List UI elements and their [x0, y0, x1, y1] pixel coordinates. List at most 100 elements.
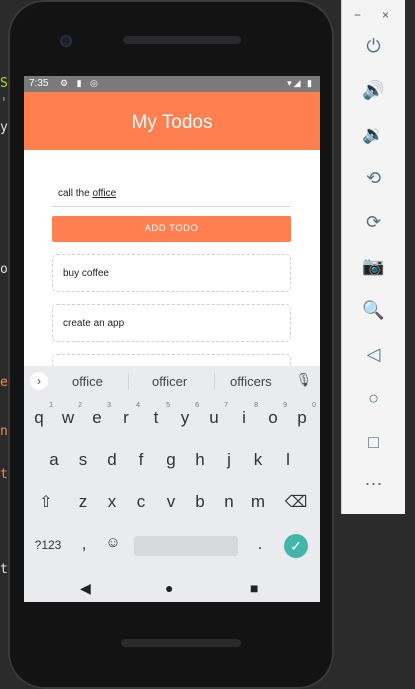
home-icon[interactable]: ○ [342, 388, 405, 409]
key-label: t [153, 408, 159, 427]
rotate-right-icon[interactable]: ⟳ [342, 212, 405, 233]
code-fragment: t [0, 467, 8, 482]
backspace-icon[interactable]: ⌫ [282, 492, 310, 512]
suggestion-divider [214, 373, 215, 389]
home-icon[interactable]: ● [165, 580, 173, 596]
status-signal-battery-icons: ▾◢ ▮ [287, 78, 314, 88]
zoom-icon[interactable]: 🔍 [342, 300, 405, 321]
volume-down-icon[interactable]: 🔉 [342, 124, 405, 145]
key-p[interactable]: p0 [288, 402, 316, 428]
key-hint: 6 [195, 402, 199, 409]
key-a[interactable]: a [40, 450, 68, 470]
emoji-icon[interactable]: ☺ [99, 534, 127, 551]
code-fragment: ' [0, 96, 8, 111]
app-bar: My Todos [24, 92, 320, 150]
enter-check-icon[interactable]: ✓ [284, 534, 308, 558]
key-label: u [209, 408, 219, 427]
key-g[interactable]: g [157, 450, 185, 470]
todo-item-text: buy coffee [63, 268, 109, 279]
key-j[interactable]: j [215, 450, 243, 470]
key-b[interactable]: b [186, 492, 214, 512]
key-t[interactable]: t5 [142, 402, 170, 428]
add-todo-button[interactable]: ADD TODO [52, 216, 291, 242]
key-y[interactable]: y6 [171, 402, 199, 428]
suggestion-divider [128, 373, 129, 389]
key-e[interactable]: e3 [83, 402, 111, 428]
earpiece-speaker [123, 36, 241, 44]
bottom-speaker [121, 639, 241, 647]
todo-input-composing-text: office [92, 188, 117, 199]
key-label: e [92, 408, 102, 427]
back-icon[interactable]: ◀ [80, 580, 91, 597]
key-hint: 3 [107, 402, 111, 409]
symbols-key[interactable]: ?123 [30, 538, 66, 552]
period-key[interactable]: . [246, 534, 274, 554]
minimize-icon[interactable]: − [354, 8, 361, 22]
more-icon[interactable]: ⋯ [342, 474, 405, 495]
volume-up-icon[interactable]: 🔊 [342, 80, 405, 101]
app-title: My Todos [131, 112, 213, 133]
status-notification-icons: ⚙ ▮ ◎ [60, 78, 101, 88]
soft-keyboard: › office officer officers 🎙 q1 w2 e3 r4 … [24, 366, 320, 578]
todo-list-screen: call the office ADD TODO buy coffee crea… [24, 150, 320, 392]
suggestion-strip: › office officer officers 🎙 [24, 366, 320, 398]
overview-icon[interactable]: □ [342, 432, 405, 453]
key-h[interactable]: h [186, 450, 214, 470]
key-q[interactable]: q1 [25, 402, 53, 428]
key-i[interactable]: i8 [230, 402, 258, 428]
space-bar[interactable] [134, 536, 238, 556]
microphone-icon[interactable]: 🎙 [295, 372, 312, 388]
todo-item[interactable]: buy coffee [52, 254, 291, 292]
back-icon[interactable]: ◁ [342, 344, 405, 365]
key-v[interactable]: v [157, 492, 185, 512]
expand-suggestions-icon[interactable]: › [30, 372, 48, 390]
key-c[interactable]: c [127, 492, 155, 512]
key-hint: 1 [49, 402, 53, 409]
key-label: w [61, 408, 75, 427]
key-hint: 0 [312, 402, 316, 409]
code-fragment: n [0, 424, 8, 439]
code-fragment: e [0, 375, 8, 390]
key-hint: 5 [166, 402, 170, 409]
power-icon[interactable]: ⏻ [342, 36, 405, 57]
key-l[interactable]: l [274, 450, 302, 470]
key-label: i [242, 408, 246, 427]
key-label: q [34, 408, 44, 427]
key-k[interactable]: k [244, 450, 272, 470]
key-f[interactable]: f [127, 450, 155, 470]
key-w[interactable]: w2 [54, 402, 82, 428]
key-label: o [268, 408, 278, 427]
camera-icon[interactable]: 📷 [342, 256, 405, 277]
key-label: p [297, 408, 307, 427]
todo-item[interactable]: create an app [52, 304, 291, 342]
comma-key[interactable]: , [70, 534, 98, 554]
key-o[interactable]: o9 [259, 402, 287, 428]
key-d[interactable]: d [98, 450, 126, 470]
suggestion-word[interactable]: officers [230, 374, 272, 389]
key-s[interactable]: s [69, 450, 97, 470]
suggestion-word[interactable]: officer [152, 374, 187, 389]
shift-icon[interactable]: ⇧ [32, 492, 60, 512]
front-camera-icon [60, 35, 72, 47]
status-time: 7:35 [29, 78, 49, 89]
key-r[interactable]: r4 [112, 402, 140, 428]
android-nav-bar: ◀ ● ■ [24, 578, 320, 602]
key-label: y [180, 408, 190, 427]
emulator-toolbar: − × ⏻ 🔊 🔉 ⟲ ⟳ 📷 🔍 ◁ ○ □ ⋯ [341, 0, 405, 514]
key-z[interactable]: z [69, 492, 97, 512]
suggestion-word[interactable]: office [72, 374, 103, 389]
key-n[interactable]: n [215, 492, 243, 512]
todo-input[interactable]: call the office [52, 180, 290, 207]
key-label: r [123, 408, 129, 427]
todo-input-text: call the [58, 188, 93, 199]
recents-icon[interactable]: ■ [250, 580, 258, 596]
key-m[interactable]: m [244, 492, 272, 512]
key-x[interactable]: x [98, 492, 126, 512]
code-fragment: t [0, 562, 8, 577]
device-screen: 7:35 ⚙ ▮ ◎ ▾◢ ▮ My Todos call the office… [24, 76, 320, 602]
todo-item-text: create an app [63, 318, 125, 329]
key-u[interactable]: u7 [200, 402, 228, 428]
close-icon[interactable]: × [382, 8, 389, 22]
rotate-left-icon[interactable]: ⟲ [342, 168, 405, 189]
key-hint: 8 [254, 402, 258, 409]
